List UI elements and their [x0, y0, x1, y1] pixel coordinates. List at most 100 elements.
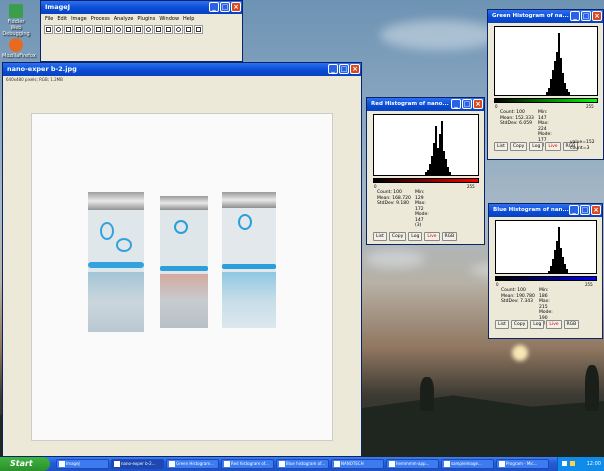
live-button[interactable]: Live [545, 142, 561, 151]
histogram-titlebar[interactable]: Red Histogram of nano... _ □ × [367, 98, 484, 111]
app-icon [334, 461, 340, 467]
polygon-tool-icon[interactable] [64, 25, 73, 34]
menu-image[interactable]: Image [71, 16, 87, 22]
angle-tool-icon[interactable] [94, 25, 103, 34]
taskbar-item[interactable]: NANOTECH [331, 459, 384, 469]
taskbar-item[interactable]: ImageJ [56, 459, 109, 469]
taskbar-item-label: hemmmm-app... [396, 461, 430, 466]
start-button[interactable]: Start [0, 457, 50, 471]
app-icon [389, 461, 395, 467]
close-button[interactable]: × [591, 205, 601, 215]
freehand-tool-icon[interactable] [74, 25, 83, 34]
sample-strip-2 [160, 196, 208, 328]
rgb-button[interactable]: RGB [563, 320, 580, 329]
menu-analyze[interactable]: Analyze [114, 16, 134, 22]
brush-tool-icon[interactable] [184, 25, 193, 34]
volume-icon[interactable] [570, 461, 575, 466]
oval-tool-icon[interactable] [54, 25, 63, 34]
taskbar-item[interactable]: Green Histogram... [166, 459, 219, 469]
taskbar-item[interactable]: Red histogram of... [221, 459, 274, 469]
taskbar-item-label: ImageJ [66, 461, 80, 466]
taskbar-item[interactable]: Program - Mic... [496, 459, 549, 469]
app-icon [444, 461, 450, 467]
maximize-button[interactable]: □ [580, 205, 590, 215]
log-button[interactable]: Log [530, 320, 545, 329]
close-button[interactable]: × [231, 2, 241, 12]
live-button[interactable]: Live [424, 232, 440, 241]
stat-stddev: StdDev: 9.180 [377, 201, 409, 206]
desktop-icon-label: Fiddler Web Debugging [2, 19, 30, 37]
image-info-text: 640x480 pixels; RGB; 1.2MB [6, 77, 63, 82]
histogram-titlebar[interactable]: Green Histogram of na... _ □ × [488, 10, 603, 23]
list-button[interactable]: List [373, 232, 387, 241]
minimize-button[interactable]: _ [451, 99, 461, 109]
taskbar-item[interactable]: nano-exper b-2... [111, 459, 164, 469]
taskbar-item[interactable]: hemmmm-app... [386, 459, 439, 469]
menu-file[interactable]: File [45, 16, 53, 22]
copy-button[interactable]: Copy [509, 142, 528, 151]
menu-edit[interactable]: Edit [57, 16, 67, 22]
menu-help[interactable]: Help [183, 16, 194, 22]
close-button[interactable]: × [350, 64, 360, 74]
histogram-titlebar[interactable]: Blue Histogram of nan... _ □ × [489, 204, 602, 217]
minimize-button[interactable]: _ [570, 11, 580, 21]
image-titlebar[interactable]: nano-exper b-2.jpg _ □ × [3, 63, 361, 76]
menu-plugins[interactable]: Plugins [137, 16, 155, 22]
close-button[interactable]: × [473, 99, 483, 109]
line-tool-icon[interactable] [84, 25, 93, 34]
green-histogram-window: Green Histogram of na... _ □ × 0 255 Cou… [487, 9, 604, 160]
list-button[interactable]: List [494, 142, 508, 151]
custom-tool-icon[interactable] [164, 25, 173, 34]
minimize-button[interactable]: _ [209, 2, 219, 12]
histogram-plot [495, 220, 597, 274]
blue-histogram-window: Blue Histogram of nan... _ □ × 0 255 Cou… [488, 203, 603, 339]
imagej-titlebar[interactable]: ImageJ _ □ × [41, 1, 242, 14]
axis-max-label: 255 [467, 184, 475, 189]
wand-tool-icon[interactable] [114, 25, 123, 34]
text-tool-icon[interactable] [124, 25, 133, 34]
histogram-lut-bar [495, 276, 597, 281]
network-icon[interactable] [562, 461, 567, 466]
hand-tool-icon[interactable] [144, 25, 153, 34]
rectangle-tool-icon[interactable] [44, 25, 53, 34]
image-canvas[interactable] [31, 113, 333, 441]
minimize-button[interactable]: _ [569, 205, 579, 215]
magnifier-tool-icon[interactable] [134, 25, 143, 34]
point-tool-icon[interactable] [104, 25, 113, 34]
clock[interactable]: 12:00 [587, 461, 601, 467]
list-button[interactable]: List [495, 320, 509, 329]
maximize-button[interactable]: □ [220, 2, 230, 12]
dropper-tool-icon[interactable] [154, 25, 163, 34]
taskbar-item-label: nano-exper b-2... [121, 461, 156, 466]
minimize-button[interactable]: _ [328, 64, 338, 74]
desktop-icon-firefox[interactable]: MozillaFirefox [2, 38, 36, 59]
rgb-button[interactable]: RGB [441, 232, 458, 241]
copy-button[interactable]: Copy [510, 320, 529, 329]
maximize-button[interactable]: □ [581, 11, 591, 21]
sample-strip-1 [88, 192, 144, 332]
menu-process[interactable]: Process [91, 16, 110, 22]
taskbar-item[interactable]: Blue histogram of... [276, 459, 329, 469]
log-button[interactable]: Log [408, 232, 423, 241]
system-tray: 12:00 [557, 457, 604, 471]
maximize-button[interactable]: □ [339, 64, 349, 74]
desktop-icon-fiddler[interactable]: Fiddler Web Debugging [2, 4, 30, 37]
maximize-button[interactable]: □ [462, 99, 472, 109]
menu-window[interactable]: Window [159, 16, 179, 22]
cursor-readout: value=152 count=3 [570, 140, 595, 151]
live-button[interactable]: Live [546, 320, 562, 329]
close-button[interactable]: × [592, 11, 602, 21]
imagej-menubar: File Edit Image Process Analyze Plugins Window… [41, 14, 242, 24]
histogram-plot [373, 114, 479, 176]
arrow-tool-icon[interactable] [174, 25, 183, 34]
log-button[interactable]: Log [529, 142, 544, 151]
taskbar-item[interactable]: sampleimage... [441, 459, 494, 469]
stat-min: Min: 186 [539, 288, 549, 299]
window-title: Green Histogram of na... [492, 13, 569, 19]
more-tools-icon[interactable] [194, 25, 203, 34]
axis-min-label: 0 [374, 184, 377, 189]
window-title: Red Histogram of nano... [371, 101, 449, 107]
copy-button[interactable]: Copy [388, 232, 407, 241]
histogram-plot [494, 26, 598, 96]
firefox-icon [9, 38, 23, 52]
